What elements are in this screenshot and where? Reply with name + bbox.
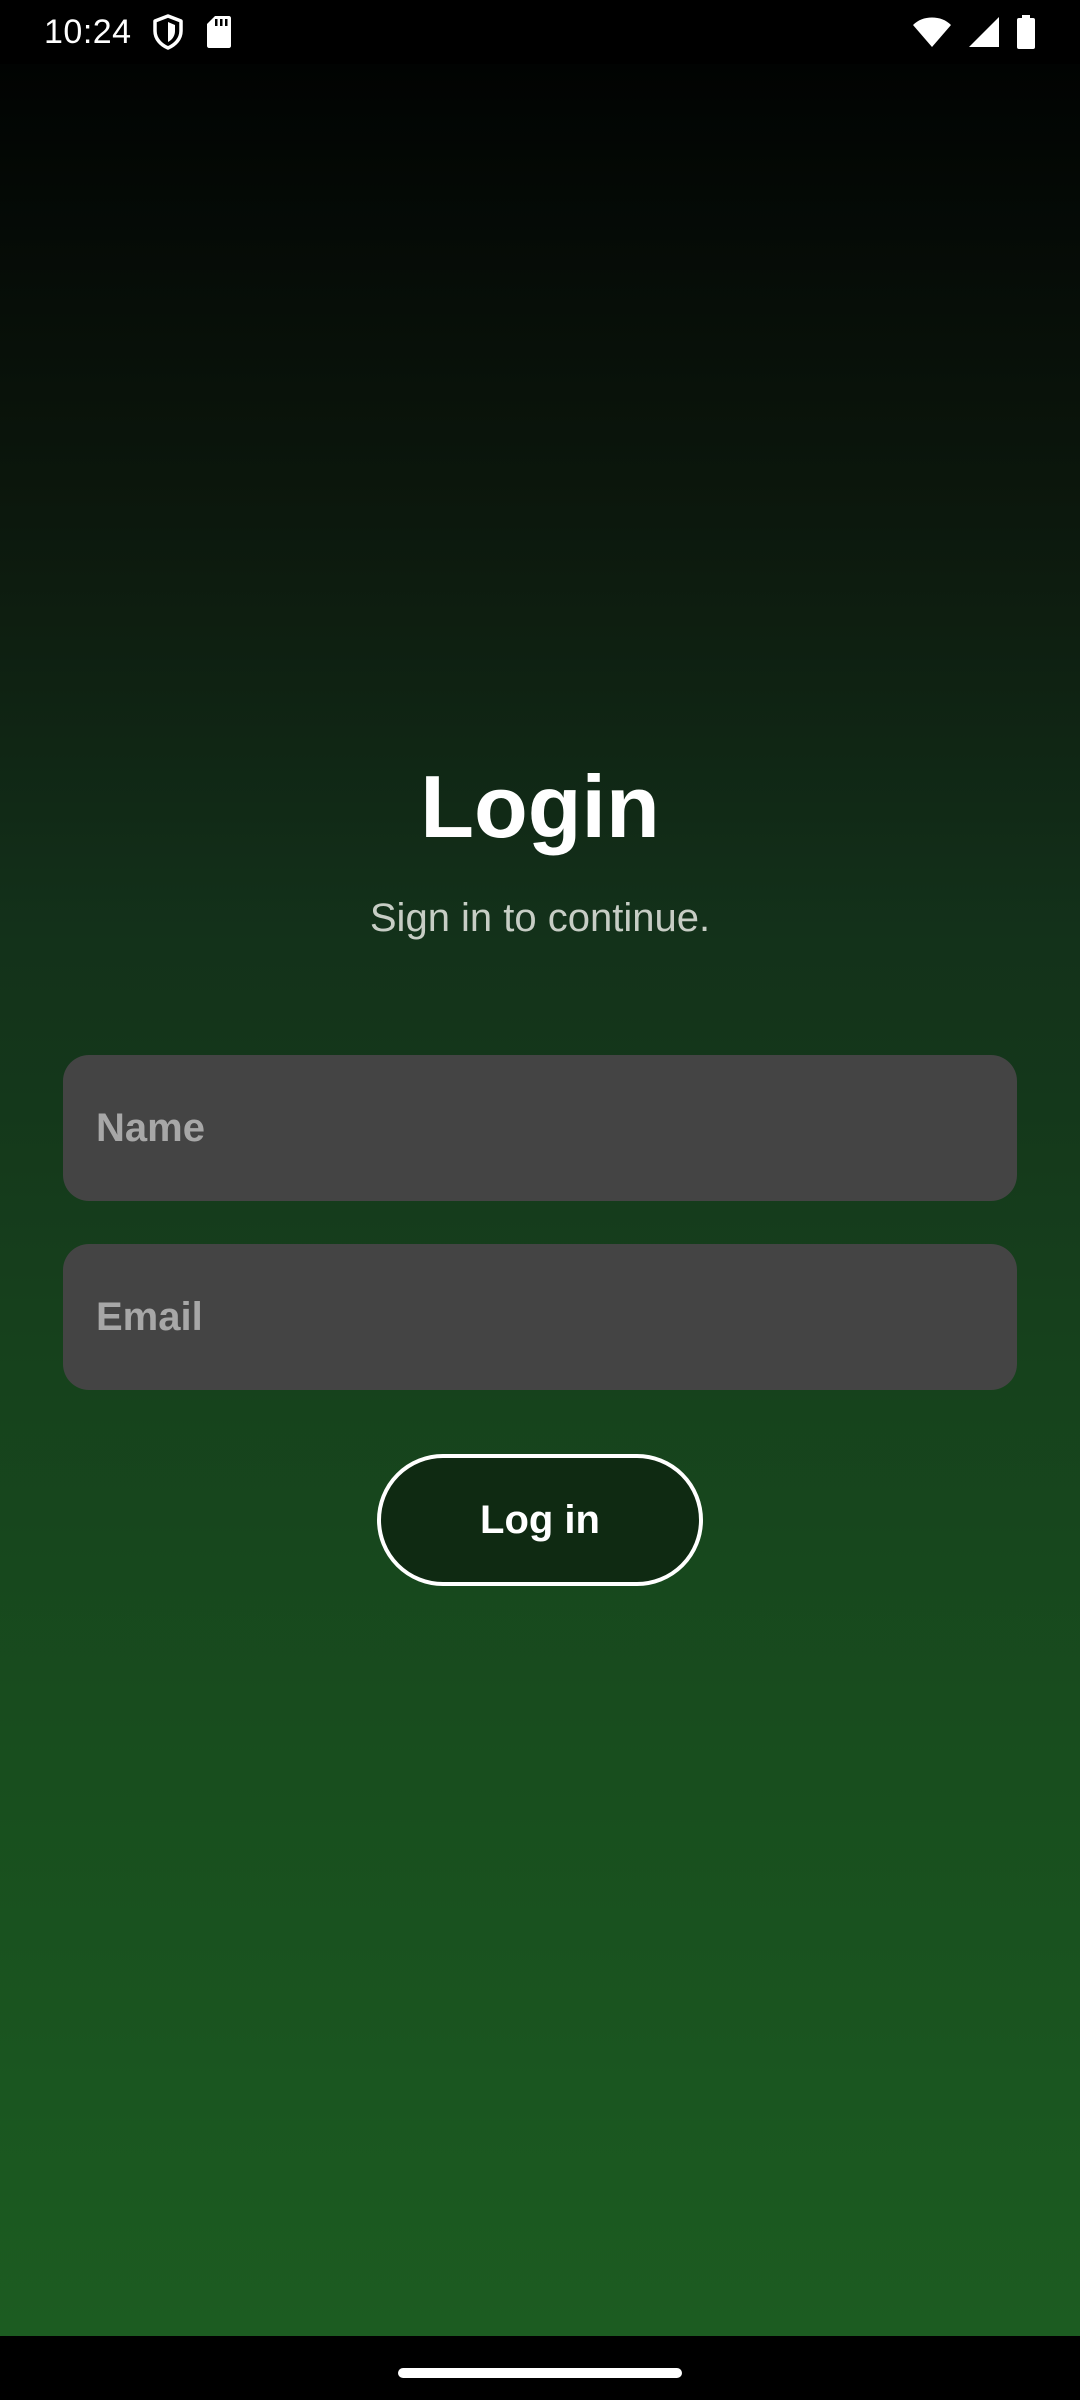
wifi-icon	[912, 16, 952, 48]
home-indicator[interactable]	[398, 2368, 682, 2378]
login-button[interactable]: Log in	[377, 1454, 703, 1586]
battery-icon	[1016, 15, 1036, 49]
name-input[interactable]	[96, 1055, 984, 1201]
cellular-signal-icon	[968, 16, 1000, 48]
name-field[interactable]	[63, 1055, 1017, 1201]
login-content: Login Sign in to continue. Log in	[0, 64, 1080, 2336]
navigation-bar	[0, 2336, 1080, 2400]
sd-card-icon	[206, 15, 232, 49]
status-time: 10:24	[44, 12, 132, 51]
login-screen: 10:24 Login Sign in to continue. Name Em…	[0, 0, 1080, 2400]
status-left-icons	[152, 14, 232, 50]
status-right-icons	[912, 15, 1036, 49]
email-field[interactable]	[63, 1244, 1017, 1390]
page-subtitle: Sign in to continue.	[369, 896, 711, 940]
shield-icon	[152, 14, 184, 50]
status-bar: 10:24	[0, 0, 1080, 64]
email-input[interactable]	[96, 1244, 984, 1390]
page-title: Login	[420, 757, 660, 856]
